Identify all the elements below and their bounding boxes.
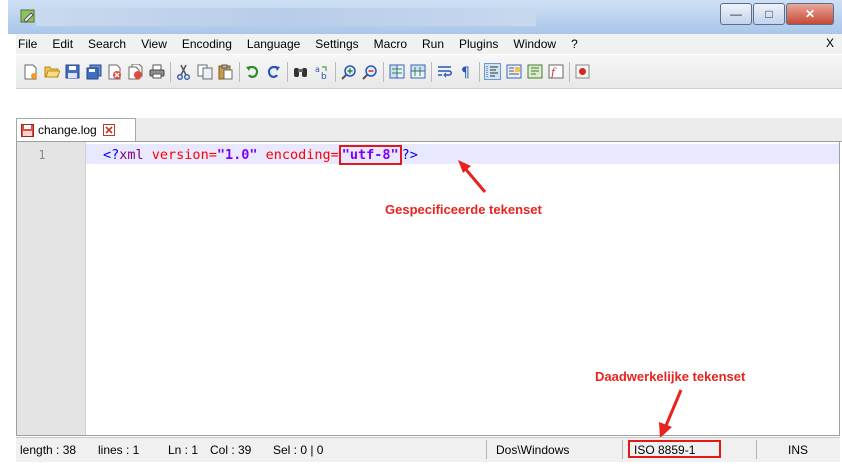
menu-edit[interactable]: Edit: [50, 37, 75, 51]
word-wrap-icon[interactable]: [436, 63, 453, 80]
minimize-icon: —: [730, 7, 742, 21]
zoom-out-icon[interactable]: [361, 63, 378, 80]
tab-strip: change.log: [16, 118, 842, 142]
close-tab-icon[interactable]: [102, 124, 115, 136]
status-bar: length : 38 lines : 1 Ln : 1 Col : 39 Se…: [16, 437, 840, 462]
code-line[interactable]: <?xml version="1.0" encoding= "utf-8" ?>: [103, 145, 418, 165]
toolbar: ab ¶ f: [16, 55, 842, 89]
menu-file[interactable]: File: [16, 37, 39, 51]
menu-language[interactable]: Language: [245, 37, 302, 51]
menu-plugins[interactable]: Plugins: [457, 37, 500, 51]
status-length: length : 38: [20, 443, 77, 457]
svg-text:a: a: [315, 65, 320, 74]
editor-area[interactable]: 1 <?xml version="1.0" encoding= "utf-8" ?>: [16, 141, 840, 436]
xml-open-tag: <?: [103, 147, 120, 163]
title-bar[interactable]: — □ ✕: [8, 0, 842, 34]
menu-view[interactable]: View: [139, 37, 169, 51]
xml-tag-name: xml: [119, 147, 144, 163]
maximize-button[interactable]: □: [753, 3, 785, 25]
close-window-button[interactable]: ✕: [786, 3, 834, 25]
tab-label: change.log: [38, 123, 97, 137]
toolbar-separator: [239, 61, 240, 82]
folder-workspace-icon[interactable]: f: [547, 63, 564, 80]
minimize-button[interactable]: —: [720, 3, 752, 25]
annotation-arrow-specified: [458, 160, 487, 193]
status-separator: [622, 440, 623, 459]
zoom-in-icon[interactable]: [340, 63, 357, 80]
copy-icon[interactable]: [196, 63, 213, 80]
line-number: 1: [38, 148, 46, 162]
show-all-chars-icon[interactable]: ¶: [457, 63, 474, 80]
close-icon: ✕: [804, 7, 816, 21]
xml-close-tag: ?>: [401, 147, 418, 163]
cut-icon[interactable]: [175, 63, 192, 80]
toolbar-separator: [170, 61, 171, 82]
close-all-icon[interactable]: [127, 63, 144, 80]
annotation-specified: Gespecificeerde tekenset: [385, 202, 542, 217]
svg-text:b: b: [321, 72, 327, 80]
notepad-window: — □ ✕ File Edit Search View Encoding Lan…: [0, 0, 842, 471]
save-icon[interactable]: [64, 63, 81, 80]
undo-icon[interactable]: [244, 63, 261, 80]
title-text-blurred: [36, 8, 536, 26]
status-ln: Ln : 1: [168, 443, 199, 457]
file-icon: [21, 123, 34, 137]
status-col: Col : 39: [210, 443, 252, 457]
find-icon[interactable]: [292, 63, 309, 80]
xml-value-encoding: "utf-8": [338, 145, 402, 165]
function-list-icon[interactable]: [526, 63, 543, 80]
status-lines: lines : 1: [98, 443, 140, 457]
status-sel: Sel : 0 | 0: [273, 443, 324, 457]
sync-horizontal-icon[interactable]: [409, 63, 426, 80]
doc-map-icon[interactable]: [505, 63, 522, 80]
tab-change-log[interactable]: change.log: [16, 118, 136, 141]
open-file-icon[interactable]: [43, 63, 60, 80]
menu-window[interactable]: Window: [511, 37, 558, 51]
toolbar-separator: [569, 61, 570, 82]
svg-text:¶: ¶: [461, 65, 470, 79]
redo-icon[interactable]: [265, 63, 282, 80]
toolbar-separator: [431, 61, 432, 82]
xml-attr-version: version=: [151, 147, 217, 163]
close-document-button[interactable]: X: [826, 36, 834, 50]
replace-icon[interactable]: ab: [313, 63, 330, 80]
paste-icon[interactable]: [217, 63, 234, 80]
maximize-icon: □: [765, 7, 773, 21]
macro-record-icon[interactable]: [574, 63, 591, 80]
menu-search[interactable]: Search: [86, 37, 128, 51]
xml-attr-encoding: encoding=: [265, 147, 339, 163]
close-file-icon[interactable]: [106, 63, 123, 80]
app-icon: [20, 8, 36, 24]
toolbar-separator: [383, 61, 384, 82]
status-eol: Dos\Windows: [496, 443, 570, 457]
xml-value-version: "1.0": [216, 147, 258, 163]
menu-macro[interactable]: Macro: [372, 37, 409, 51]
save-all-icon[interactable]: [85, 63, 102, 80]
menu-bar: File Edit Search View Encoding Language …: [16, 34, 842, 54]
line-number-gutter: 1: [17, 142, 86, 435]
status-insert-mode: INS: [788, 443, 809, 457]
sync-vertical-icon[interactable]: [388, 63, 405, 80]
menu-help[interactable]: ?: [569, 37, 580, 51]
new-file-icon[interactable]: [22, 63, 39, 80]
indent-guide-icon[interactable]: [484, 63, 501, 80]
annotation-actual: Daadwerkelijke tekenset: [595, 369, 746, 384]
status-separator: [486, 440, 487, 459]
menu-encoding[interactable]: Encoding: [180, 37, 234, 51]
menu-settings[interactable]: Settings: [313, 37, 360, 51]
status-separator: [756, 440, 757, 459]
toolbar-separator: [479, 61, 480, 82]
menu-run[interactable]: Run: [420, 37, 446, 51]
status-encoding: ISO 8859-1: [634, 443, 696, 457]
annotation-arrow-actual: [659, 389, 683, 438]
toolbar-separator: [287, 61, 288, 82]
print-icon[interactable]: [148, 63, 165, 80]
toolbar-separator: [335, 61, 336, 82]
